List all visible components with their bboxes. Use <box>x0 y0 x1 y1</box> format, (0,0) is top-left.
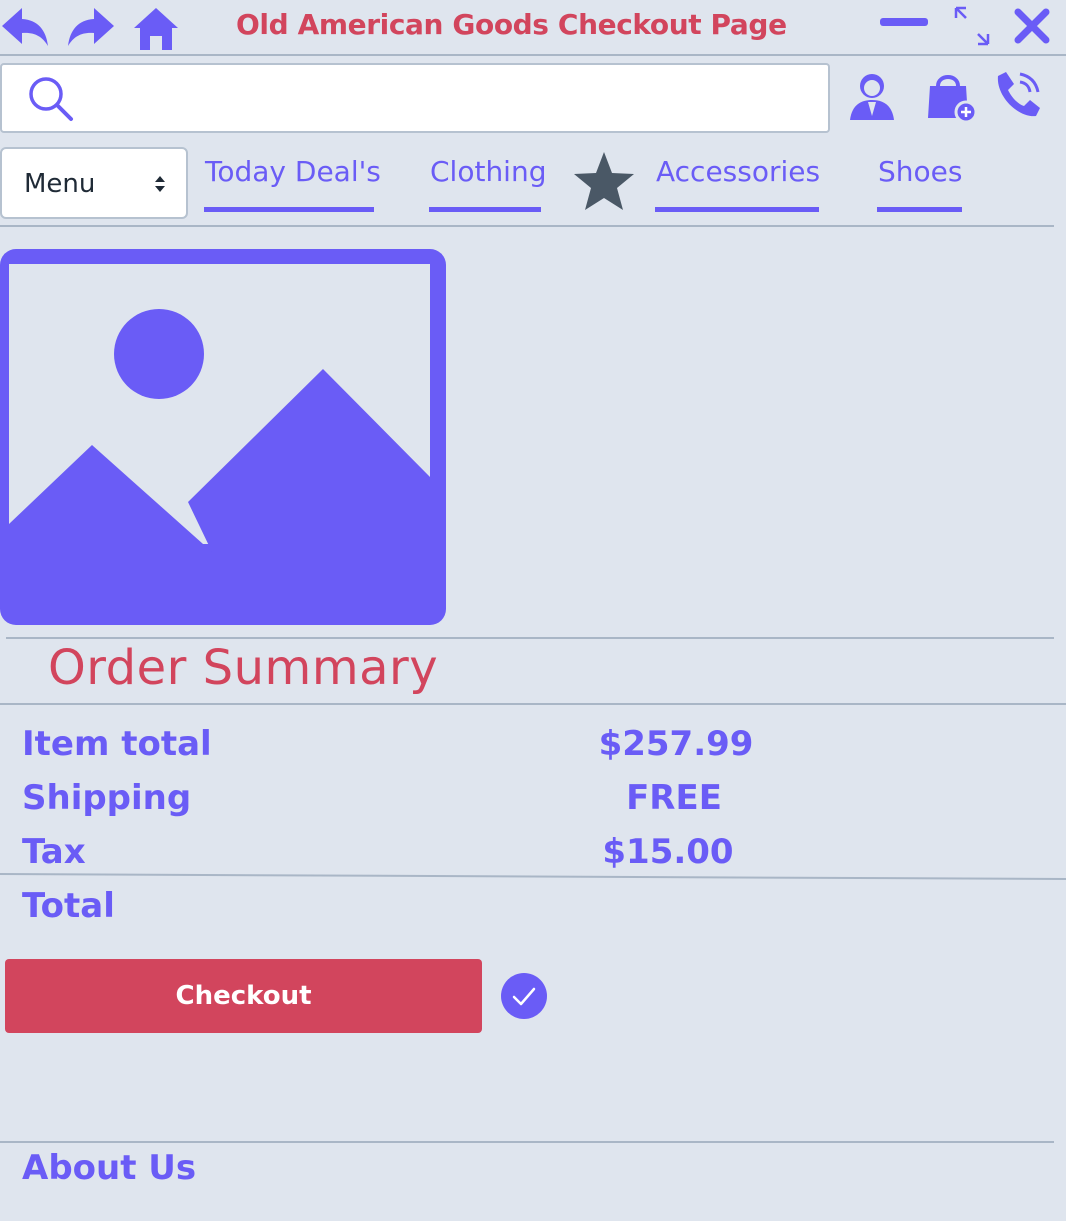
maximize-icon[interactable] <box>950 4 994 48</box>
shipping-label: Shipping <box>22 778 192 818</box>
summary-divider <box>0 703 1066 705</box>
check-circle-icon[interactable] <box>501 973 547 1019</box>
minimize-icon[interactable] <box>880 18 930 28</box>
close-icon[interactable] <box>1012 6 1052 46</box>
shopping-bag-add-icon[interactable] <box>924 70 980 124</box>
search-input[interactable] <box>0 63 830 133</box>
about-us-link[interactable]: About Us <box>22 1148 196 1188</box>
header-divider <box>0 54 1066 56</box>
nav-underline <box>429 207 541 212</box>
select-arrows-icon <box>154 173 166 195</box>
nav-link-shoes[interactable]: Shoes <box>878 155 962 188</box>
total-label: Total <box>22 886 115 926</box>
back-arrow-icon[interactable] <box>0 6 52 50</box>
forward-arrow-icon[interactable] <box>64 6 116 50</box>
image-divider <box>6 637 1054 639</box>
shipping-value: FREE <box>626 778 722 818</box>
star-icon[interactable] <box>572 150 636 212</box>
total-divider <box>0 870 1066 882</box>
user-icon[interactable] <box>846 70 898 122</box>
order-summary-title: Order Summary <box>48 640 439 696</box>
footer-divider <box>0 1141 1054 1143</box>
nav-underline <box>204 207 374 212</box>
menu-select[interactable]: Menu <box>0 147 188 219</box>
nav-underline <box>655 207 819 212</box>
nav-underline <box>877 207 962 212</box>
search-icon[interactable] <box>26 74 76 122</box>
menu-select-label: Menu <box>24 169 96 199</box>
item-total-value: $257.99 <box>598 724 754 764</box>
home-icon[interactable] <box>132 6 180 52</box>
nav-link-todays-deals[interactable]: Today Deal's <box>205 155 381 188</box>
item-total-label: Item total <box>22 724 212 764</box>
nav-divider <box>0 225 1054 227</box>
checkout-button[interactable]: Checkout <box>5 959 482 1033</box>
phone-call-icon[interactable] <box>990 66 1046 122</box>
nav-link-accessories[interactable]: Accessories <box>656 155 820 188</box>
image-placeholder-icon <box>0 249 446 625</box>
tax-label: Tax <box>22 832 86 872</box>
tax-value: $15.00 <box>602 832 734 872</box>
window-title: Old American Goods Checkout Page <box>236 8 787 41</box>
nav-link-clothing[interactable]: Clothing <box>430 155 546 188</box>
